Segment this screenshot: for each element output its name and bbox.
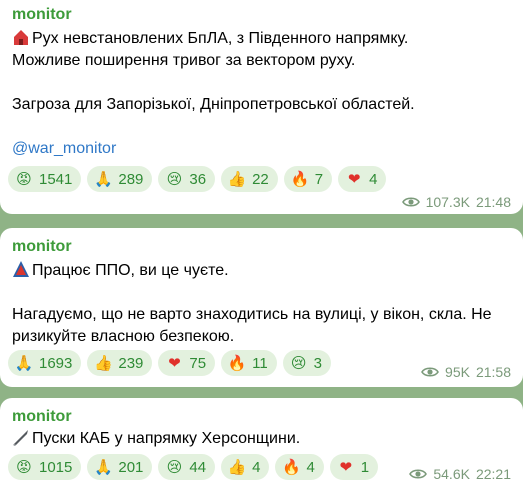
reaction-heart[interactable]: ❤ 75: [158, 350, 216, 376]
channel-link[interactable]: @war_monitor: [12, 138, 513, 160]
eye-icon: [401, 197, 420, 207]
reaction-count: 3: [313, 354, 323, 372]
view-count: 95K: [445, 364, 470, 380]
message-author[interactable]: monitor: [12, 6, 72, 24]
reaction-count: 7: [314, 170, 324, 188]
reaction-cry[interactable]: 😢 3: [282, 350, 332, 376]
message-line: Можливе поширення тривог за вектором рух…: [12, 52, 356, 69]
reaction-thumbs-up[interactable]: 👍 239: [87, 350, 153, 376]
reaction-angry[interactable]: 😡 1015: [8, 454, 82, 480]
message-meta: 54.6K 22:21: [409, 466, 511, 482]
heart-icon: ❤: [168, 354, 181, 372]
fire-icon: 🔥: [227, 354, 247, 372]
eye-icon: [409, 469, 428, 479]
reaction-fire[interactable]: 🔥 4: [275, 454, 324, 480]
message-time: 21:58: [475, 364, 511, 380]
reaction-count: 239: [118, 354, 144, 372]
reaction-count: 11: [252, 354, 268, 372]
praying-hands-icon: 🙏: [94, 170, 113, 188]
crying-face-icon: 😢: [166, 170, 183, 188]
praying-hands-icon: 🙏: [14, 354, 34, 372]
reaction-angry[interactable]: 😡 1541: [8, 166, 82, 192]
eye-icon: [421, 367, 439, 377]
message-text: Працює ППО, ви це чуєте. Нагадуємо, що н…: [12, 260, 513, 348]
reaction-fire[interactable]: 🔥 7: [283, 166, 333, 192]
reaction-count: 1015: [39, 458, 73, 476]
missile-icon: [13, 430, 28, 446]
reaction-thumbs-up[interactable]: 👍 22: [221, 166, 278, 192]
reaction-count: 36: [189, 170, 207, 188]
reaction-heart[interactable]: ❤ 1: [329, 454, 379, 480]
message-bubble[interactable]: monitor Пуски КАБ у напрямку Херсонщини.…: [0, 398, 523, 490]
message-bubble[interactable]: monitor Рух невстановлених БпЛА, з Півде…: [0, 0, 523, 214]
reaction-count: 4: [369, 170, 378, 188]
message-author[interactable]: monitor: [12, 238, 72, 256]
message-line: Пуски КАБ у напрямку Херсонщини.: [32, 430, 301, 447]
reactions-bar: 😡 1015 🙏 201 😢 44 👍 4 🔥 4 ❤ 1: [8, 454, 379, 480]
warning-triangle-icon: [13, 261, 29, 277]
message-line: Нагадуємо, що не варто знаходитись на ву…: [12, 306, 492, 345]
thumbs-up-icon: 👍: [227, 458, 247, 476]
reactions-bar: 😡 1541 🙏 289 😢 36 👍 22 🔥 7 ❤ 4: [8, 166, 387, 192]
praying-hands-icon: 🙏: [94, 458, 113, 476]
reaction-count: 4: [306, 458, 315, 476]
reaction-cry[interactable]: 😢 44: [158, 454, 216, 480]
reaction-heart[interactable]: ❤ 4: [338, 166, 387, 192]
message-text: Пуски КАБ у напрямку Херсонщини.: [12, 428, 513, 450]
reaction-count: 44: [189, 458, 207, 476]
message-line: Працює ППО, ви це чуєте.: [32, 262, 229, 279]
message-author[interactable]: monitor: [12, 408, 72, 426]
fire-icon: 🔥: [282, 458, 301, 476]
crying-face-icon: 😢: [290, 354, 307, 372]
message-text: Рух невстановлених БпЛА, з Південного на…: [12, 28, 513, 160]
reaction-count: 1541: [39, 170, 73, 188]
reaction-fire[interactable]: 🔥 11: [221, 350, 277, 376]
red-house-icon: [14, 30, 28, 45]
heart-icon: ❤: [347, 170, 361, 188]
reaction-count: 289: [118, 170, 144, 188]
angry-face-icon: 😡: [16, 170, 32, 188]
message-meta: 95K 21:58: [421, 364, 511, 380]
message-line: Рух невстановлених БпЛА, з Південного на…: [32, 30, 409, 47]
thumbs-up-icon: 👍: [94, 354, 113, 372]
reaction-count: 1: [360, 458, 370, 476]
message-bubble[interactable]: monitor Працює ППО, ви це чуєте. Нагадує…: [0, 228, 523, 387]
message-meta: 107.3K 21:48: [401, 194, 511, 210]
crying-face-icon: 😢: [166, 458, 183, 476]
reaction-pray[interactable]: 🙏 289: [87, 166, 153, 192]
reaction-count: 1693: [39, 354, 73, 372]
fire-icon: 🔥: [290, 170, 310, 188]
heart-icon: ❤: [339, 458, 353, 476]
thumbs-up-icon: 👍: [227, 170, 247, 188]
view-count: 107.3K: [425, 194, 470, 210]
reaction-count: 75: [189, 354, 207, 372]
reaction-count: 201: [118, 458, 144, 476]
reaction-pray[interactable]: 🙏 201: [87, 454, 153, 480]
reaction-cry[interactable]: 😢 36: [158, 166, 216, 192]
reaction-thumbs-up[interactable]: 👍 4: [221, 454, 270, 480]
view-count: 54.6K: [433, 466, 470, 482]
message-line: Загроза для Запорізької, Дніпропетровськ…: [12, 96, 415, 113]
message-time: 21:48: [475, 194, 511, 210]
reaction-count: 22: [252, 170, 269, 188]
reaction-pray[interactable]: 🙏 1693: [8, 350, 82, 376]
reaction-count: 4: [252, 458, 261, 476]
angry-face-icon: 😡: [16, 458, 32, 476]
reactions-bar: 🙏 1693 👍 239 ❤ 75 🔥 11 😢 3: [8, 350, 332, 376]
message-time: 22:21: [475, 466, 511, 482]
